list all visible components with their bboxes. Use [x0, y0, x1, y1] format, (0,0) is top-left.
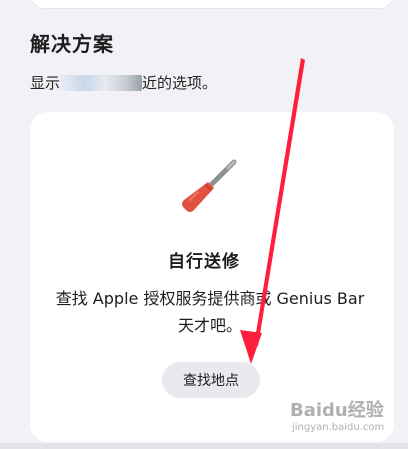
redacted-location: [60, 75, 143, 91]
previous-card: [30, 0, 394, 9]
baidu-watermark: Baidu经验 jingyan.baidu.com: [282, 392, 404, 444]
subtitle-prefix: 显示: [30, 74, 61, 92]
subtitle-suffix: 近的选项。: [142, 74, 218, 92]
card-title: 自行送修: [168, 252, 240, 272]
card-description: 查找 Apple 授权服务提供商或 Genius Bar 天才吧。: [55, 289, 365, 335]
watermark-url: jingyan.baidu.com: [292, 422, 385, 433]
screwdriver-icon: [182, 159, 237, 212]
watermark-brand: Baidu经验: [290, 400, 384, 421]
bottom-edge: [0, 443, 408, 449]
section-subtitle: 显示 近的选项。: [30, 72, 217, 93]
find-location-button[interactable]: 查找地点: [162, 362, 260, 398]
section-title: 解决方案: [30, 32, 114, 56]
